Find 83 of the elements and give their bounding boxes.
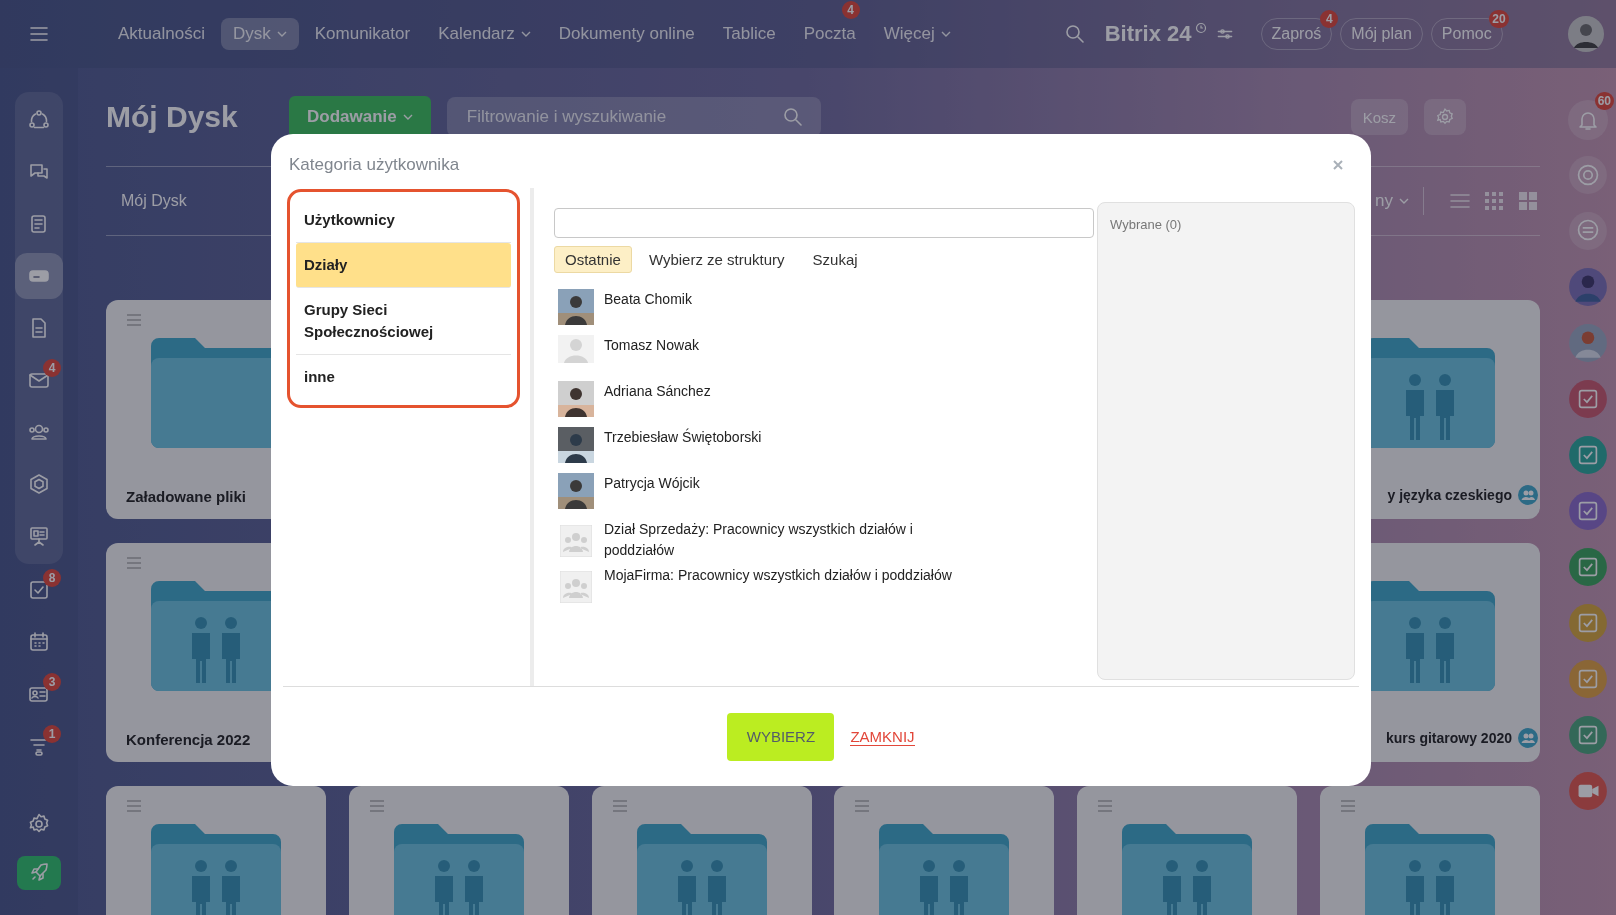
nav-item[interactable]: Dokumenty online: [546, 18, 707, 50]
page-title: Mój Dysk: [106, 100, 239, 134]
presentation-icon: [27, 524, 51, 548]
grid-view-icon[interactable]: [1482, 189, 1506, 213]
badge: 4: [1320, 10, 1339, 28]
drag-handle-icon[interactable]: [126, 557, 142, 569]
task-icon[interactable]: [1567, 714, 1609, 756]
drag-handle-icon[interactable]: [854, 800, 871, 812]
nav-item[interactable]: Tablice: [710, 18, 788, 50]
avatar-icon[interactable]: [1567, 266, 1609, 308]
folder-icon: [393, 824, 524, 915]
folder-name: y języka czeskiego: [1387, 487, 1512, 503]
drag-handle-icon[interactable]: [126, 800, 142, 812]
nav-item[interactable]: Więcej: [871, 18, 963, 50]
nav-item[interactable]: Komunikator: [302, 18, 423, 50]
task-icon[interactable]: [1567, 490, 1609, 532]
entry-name[interactable]: Tomasz Nowak: [604, 333, 699, 356]
tab[interactable]: Szukaj: [801, 246, 869, 273]
task-icon[interactable]: [1567, 434, 1609, 476]
dialog-title: Kategoria użytkownika: [289, 155, 460, 175]
folder-icon: [1365, 824, 1495, 915]
calendar-icon: [27, 630, 51, 654]
group-placeholder-icon: [560, 571, 592, 603]
nav-item[interactable]: Poczta: [791, 18, 868, 50]
tab[interactable]: Ostatnie: [554, 246, 632, 273]
badge: 8: [43, 569, 61, 587]
task-icon[interactable]: [1567, 546, 1609, 588]
category-item[interactable]: Działy: [296, 243, 511, 288]
badge: 1: [43, 725, 61, 743]
user-avatar-icon[interactable]: [1568, 16, 1604, 52]
task-icon[interactable]: [1567, 378, 1609, 420]
logo: Bitrix 24: [1104, 21, 1192, 47]
task-icon[interactable]: [1567, 658, 1609, 700]
folder-name: Załadowane pliki: [126, 488, 247, 505]
entry-name[interactable]: MojaFirma: Pracownicy wszystkich działów i poddziałów: [604, 563, 952, 586]
drag-handle-icon[interactable]: [611, 800, 628, 812]
sidebar-item[interactable]: 8: [15, 567, 63, 613]
selected-count: Wybrane (0): [1110, 217, 1182, 232]
drag-handle-icon[interactable]: [368, 800, 385, 812]
entry-name[interactable]: Dział Sprzedaży: Pracownicy wszystkich działów i poddziałów: [604, 517, 913, 561]
drag-handle-icon[interactable]: [1340, 800, 1356, 812]
tab[interactable]: Wybierz ze struktury: [637, 246, 796, 273]
rocket-button[interactable]: [17, 856, 61, 890]
sidebar-item[interactable]: 1: [15, 723, 63, 769]
close-link[interactable]: ZAMKNIJ: [850, 727, 915, 746]
folder-icon: [879, 824, 1010, 915]
badge: 3: [43, 673, 61, 691]
badge: 4: [841, 1, 860, 19]
drag-handle-icon[interactable]: [1097, 800, 1114, 812]
badge: 60: [1594, 92, 1614, 110]
search-field[interactable]: [554, 208, 1094, 238]
avatar-icon[interactable]: [1567, 322, 1609, 364]
video-icon[interactable]: [1567, 770, 1609, 812]
nav-item[interactable]: Kalendarz: [426, 18, 543, 50]
folder-name: Konferencja 2022: [126, 731, 251, 748]
category-item[interactable]: Grupy Sieci Społecznościowej: [296, 288, 511, 355]
caret-icon: [1399, 198, 1409, 204]
settings-icon: [1435, 107, 1455, 127]
entry-name[interactable]: Patrycja Wójcik: [604, 471, 700, 494]
task-icon[interactable]: [1567, 602, 1609, 644]
tiles-view-icon[interactable]: [1516, 189, 1540, 213]
entry-name[interactable]: Adriana Sánchez: [604, 379, 711, 402]
entry-name[interactable]: Trzebiesław Świętoborski: [604, 425, 762, 448]
group-placeholder-icon: [560, 525, 592, 557]
sort-dropdown[interactable]: ny: [1375, 191, 1409, 211]
folder-icon: [1122, 824, 1253, 915]
nav-item[interactable]: Aktualności: [106, 18, 217, 50]
badge: 4: [43, 359, 61, 377]
folder-icon: [151, 824, 281, 915]
badge: 20: [1489, 10, 1509, 28]
folder-name: kurs gitarowy 2020: [1385, 730, 1512, 746]
close-icon[interactable]: [1332, 159, 1344, 171]
folder-icon: [636, 824, 767, 915]
choose-button[interactable]: WYBIERZ: [727, 712, 835, 761]
clock-icon: [1194, 22, 1207, 34]
sidebar-item[interactable]: 3: [15, 671, 63, 717]
caret-icon: [402, 114, 413, 120]
entry-name[interactable]: Beata Chomik: [604, 287, 692, 310]
checkbox-icon: [27, 578, 51, 602]
breadcrumb-link[interactable]: Mój Dysk: [121, 192, 187, 210]
drag-handle-icon[interactable]: [126, 314, 142, 326]
sidebar-item[interactable]: 4: [15, 357, 63, 403]
hexagon-icon: [27, 472, 51, 496]
